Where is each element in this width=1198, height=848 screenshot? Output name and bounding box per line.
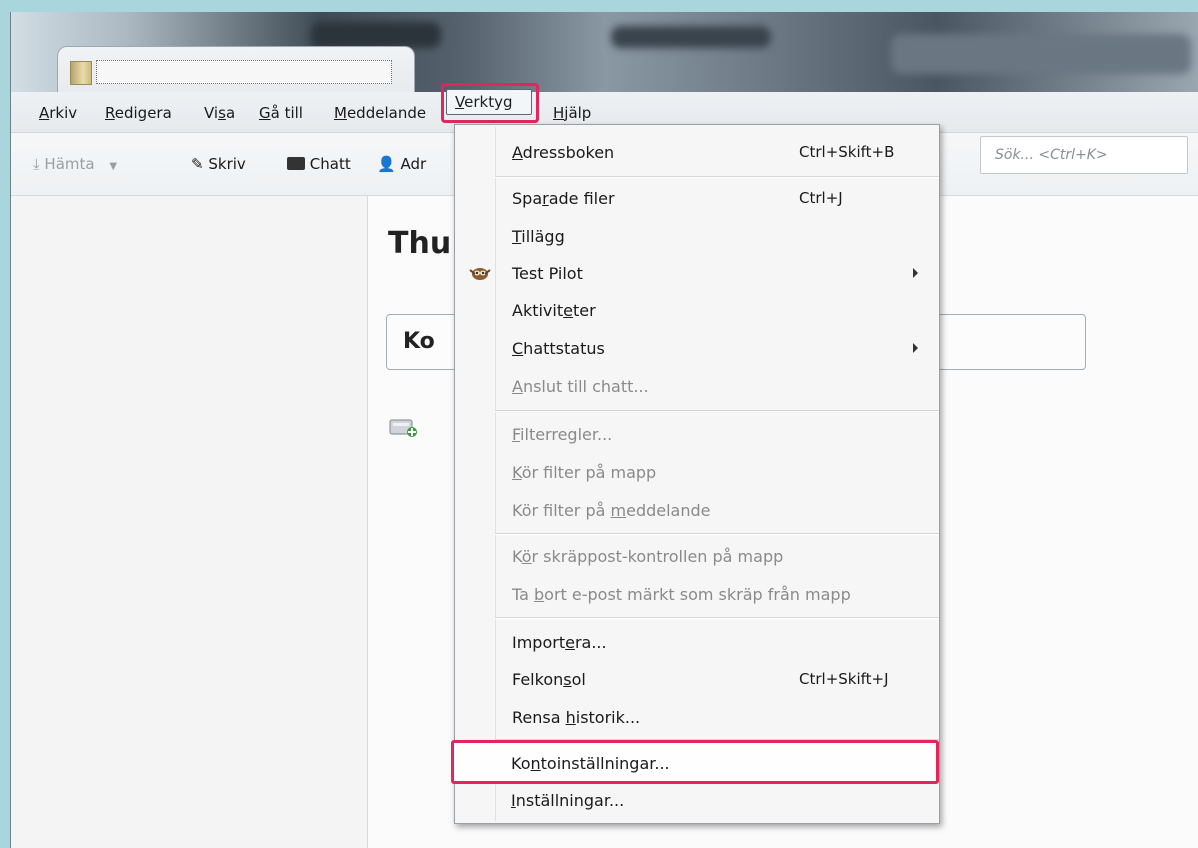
tab-title [96, 60, 392, 84]
people-icon: 👤 [377, 155, 396, 173]
shortcut-label: Ctrl+Skift+B [799, 143, 895, 161]
menu-item-felkonsol[interactable]: Felkonsol Ctrl+Skift+J [455, 662, 939, 698]
download-icon: ⤓ [33, 155, 40, 173]
menu-item-installningar[interactable]: Inställningar... [454, 783, 940, 819]
write-button[interactable]: ✎ Skriv [191, 155, 246, 173]
pencil-icon: ✎ [191, 155, 204, 173]
shortcut-label: Ctrl+J [799, 189, 843, 207]
menu-ga-till[interactable]: Gå till [259, 104, 303, 122]
menu-meddelande[interactable]: Meddelande [334, 104, 426, 122]
chat-bubble-icon [287, 157, 305, 170]
menu-item-ta-bort-skrap: Ta bort e-post märkt som skräp från mapp [512, 585, 851, 604]
menu-item-chattstatus[interactable]: Chattstatus [455, 331, 939, 367]
menu-item-kontoinstallningar[interactable]: Kontoinställningar... [454, 746, 940, 782]
menu-verktyg[interactable]: Verktyg [446, 89, 532, 115]
get-mail-button[interactable]: ⤓ Hämta ▼ [33, 155, 117, 173]
chevron-down-icon[interactable]: ▼ [109, 161, 117, 172]
test-pilot-icon [469, 268, 491, 280]
menu-item-sparade-filer[interactable]: Sparade filer Ctrl+J [455, 181, 939, 217]
menu-item-kor-filter-pa-meddelande: Kör filter på meddelande [512, 501, 711, 520]
chat-button[interactable]: Chatt [287, 155, 351, 173]
folder-tab[interactable] [57, 46, 415, 95]
menu-hjalp[interactable]: Hjälp [553, 104, 591, 122]
submenu-arrow-icon [913, 343, 918, 353]
address-book-button[interactable]: 👤 Adr [377, 155, 426, 173]
menu-redigera[interactable]: Redigera [105, 104, 172, 122]
new-account-icon[interactable] [388, 416, 418, 438]
title-bar [11, 12, 1198, 95]
menu-item-importera[interactable]: Importera... [455, 625, 939, 661]
menu-separator [495, 533, 939, 535]
search-input[interactable]: Sök... <Ctrl+K> [980, 136, 1188, 174]
submenu-arrow-icon [913, 268, 918, 278]
folder-icon [70, 61, 92, 85]
menu-item-anslut-till-chatt: Anslut till chatt... [512, 377, 649, 396]
page-title: Thu [388, 226, 452, 261]
folder-pane [11, 196, 368, 848]
menu-separator [495, 176, 939, 178]
menu-separator [495, 617, 939, 619]
menu-separator [495, 410, 939, 412]
menu-item-rensa-historik[interactable]: Rensa historik... [455, 700, 939, 736]
shortcut-label: Ctrl+Skift+J [799, 670, 889, 688]
menu-visa[interactable]: Visa [204, 104, 235, 122]
tools-menu-dropdown: Adressboken Ctrl+Skift+B Sparade filer C… [454, 124, 940, 824]
menu-item-adressboken[interactable]: Adressboken Ctrl+Skift+B [455, 135, 939, 171]
menu-item-filterregler: Filterregler... [512, 425, 613, 444]
menu-item-skrappost-kontroll: Kör skräppost-kontrollen på mapp [512, 547, 784, 566]
menu-arkiv[interactable]: Arkiv [39, 104, 77, 122]
menu-item-test-pilot[interactable]: Test Pilot [455, 256, 939, 292]
menu-item-kor-filter-pa-mapp: Kör filter på mapp [512, 463, 657, 482]
menu-item-aktiviteter[interactable]: Aktiviteter [455, 293, 939, 329]
menu-item-tillagg[interactable]: Tillägg [455, 219, 939, 255]
